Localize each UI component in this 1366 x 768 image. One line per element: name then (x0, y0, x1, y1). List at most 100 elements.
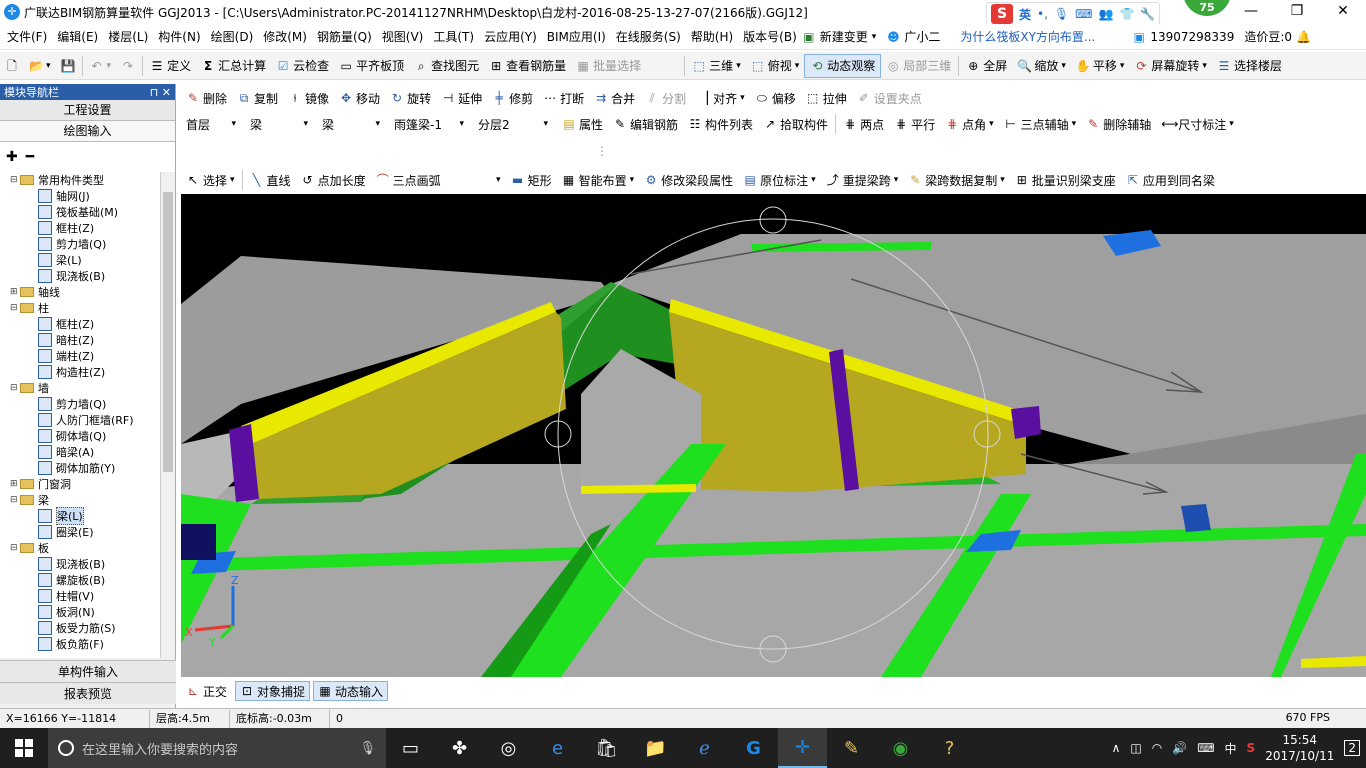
sogou-ime-icon[interactable]: S (991, 4, 1013, 24)
ime-toolbar[interactable]: S 英 •, 🎙 ⌨ 👥 👕 🔧 (986, 2, 1161, 26)
component-list-button[interactable]: ☷ 构件列表 (683, 112, 758, 136)
stretch-button[interactable]: ⬚ 拉伸 (801, 86, 852, 110)
line-button[interactable]: ╲ 直线 (245, 168, 296, 192)
glodon-g-icon[interactable]: G (729, 728, 778, 768)
question-link[interactable]: 为什么筏板XY方向布置... (960, 28, 1110, 45)
tree-item[interactable]: 螺旋板(B) (0, 572, 160, 588)
3d-scene[interactable]: Z X Y (181, 194, 1366, 677)
find-element-button[interactable]: ⌕ 查找图元 (409, 54, 484, 78)
ime-indicator[interactable]: 中 (1225, 740, 1237, 757)
menu-view[interactable]: 视图(V) (375, 28, 427, 45)
toolbar-grip[interactable]: ⋮ (596, 144, 608, 158)
tree-item[interactable]: 框柱(Z) (0, 316, 160, 332)
menu-bim[interactable]: BIM应用(I) (540, 28, 609, 45)
undo-button[interactable]: ↶ ▾ (85, 54, 117, 78)
rotate-button[interactable]: ↻ 旋转 (385, 86, 436, 110)
ggj-app-icon[interactable]: ✛ (778, 728, 827, 768)
smart-layout-button[interactable]: ▦ 智能布置 ▾ (557, 168, 640, 192)
dynamic-input-button[interactable]: ▦ 动态输入 (313, 681, 389, 701)
help-app-icon[interactable]: ? (925, 728, 974, 768)
support-dark-left[interactable] (181, 524, 216, 560)
tree-item[interactable]: 框柱(Z) (0, 220, 160, 236)
tree-item[interactable]: 圈梁(E) (0, 524, 160, 540)
align-slab-top-button[interactable]: ▭ 平齐板顶 (334, 54, 409, 78)
tree-item[interactable]: 砌体墙(Q) (0, 428, 160, 444)
tree-item[interactable]: 梁(L) (0, 507, 160, 525)
column-right[interactable] (1011, 406, 1041, 439)
in-situ-label-button[interactable]: ▤ 原位标注 ▾ (738, 168, 821, 192)
menu-modify[interactable]: 修改(M) (256, 28, 310, 45)
tree-item[interactable]: 暗柱(Z) (0, 332, 160, 348)
point-angle-button[interactable]: ⋕ 点角 ▾ (940, 112, 999, 136)
menu-component[interactable]: 构件(N) (151, 28, 203, 45)
expand-icon[interactable]: ⊞ (10, 479, 20, 489)
3d-viewport[interactable]: Z X Y (181, 194, 1366, 677)
split-button[interactable]: ⫽ 分割 (640, 86, 691, 110)
sogou-tray-icon[interactable]: S (1247, 741, 1256, 755)
ie-icon[interactable]: ℯ (680, 728, 729, 768)
support-far-right[interactable] (1181, 504, 1211, 532)
copy-button[interactable]: ⧉ 复制 (232, 86, 283, 110)
ime-language[interactable]: 英 (1019, 6, 1031, 23)
volume-icon[interactable]: 🔊 (1172, 741, 1187, 755)
save-button[interactable]: 💾 (56, 54, 80, 78)
tab-engineering-settings[interactable]: 工程设置 (0, 100, 175, 121)
tree-folder[interactable]: ⊟ 常用构件类型 (0, 172, 160, 188)
collapse-all-icon[interactable]: ━ (26, 149, 34, 165)
tree-item[interactable]: 剪力墙(Q) (0, 396, 160, 412)
new-change-button[interactable]: ▣ 新建变更 ▾ (802, 28, 876, 45)
dynamic-view-button[interactable]: ⟲ 动态观察 (804, 53, 882, 78)
re-extract-span-button[interactable]: ⤴ 重提梁跨 ▾ (821, 168, 904, 192)
tree-folder[interactable]: ⊟ 梁 (0, 492, 160, 508)
tree-folder[interactable]: ⊟ 板 (0, 540, 160, 556)
file-explorer-icon[interactable]: 📁 (631, 728, 680, 768)
menu-floor[interactable]: 楼层(L) (101, 28, 151, 45)
expand-icon[interactable]: ⊞ (10, 287, 20, 297)
minimize-icon[interactable]: — (1228, 0, 1274, 24)
notification-icon[interactable]: 2 (1344, 740, 1360, 756)
tab-report-preview[interactable]: 报表预览 (0, 682, 176, 704)
batch-select-button[interactable]: ▦ 批量选择 (571, 54, 646, 78)
select-button[interactable]: ↖ 选择 ▾ (181, 168, 240, 192)
new-file-button[interactable]: 🗋 (0, 54, 24, 78)
merge-button[interactable]: ⇉ 合并 (589, 86, 640, 110)
tree-item[interactable]: 板洞(N) (0, 604, 160, 620)
zoom-button[interactable]: 🔍 缩放 ▾ (1012, 54, 1071, 78)
menu-rebar-quantity[interactable]: 钢筋量(Q) (310, 28, 375, 45)
open-file-button[interactable]: 📂 ▾ (24, 54, 56, 78)
tree-item[interactable]: 现浇板(B) (0, 556, 160, 572)
tree-folder[interactable]: ⊟ 柱 (0, 300, 160, 316)
menu-tools[interactable]: 工具(T) (426, 28, 477, 45)
mirror-button[interactable]: ⫮ 镜像 (283, 86, 334, 110)
delete-button[interactable]: ✎ 删除 (181, 86, 232, 110)
menu-draw[interactable]: 绘图(D) (204, 28, 257, 45)
type-select-1[interactable]: 梁 ▾ (245, 114, 313, 134)
object-snap-button[interactable]: ⊡ 对象捕捉 (235, 681, 311, 701)
collapse-icon[interactable]: ⊟ (10, 383, 20, 393)
menu-file[interactable]: 文件(F) (0, 28, 50, 45)
restore-icon[interactable]: ❐ (1274, 0, 1320, 24)
point-length-button[interactable]: ↺ 点加长度 (296, 168, 371, 192)
tree-folder[interactable]: ⊞ 轴线 (0, 284, 160, 300)
orbit-handle-top[interactable] (759, 206, 787, 234)
beans-count[interactable]: 造价豆:0 🔔 (1244, 28, 1311, 45)
rectangle-button[interactable]: ▬ 矩形 (506, 168, 557, 192)
tree-item[interactable]: 人防门框墙(RF) (0, 412, 160, 428)
batch-identify-button[interactable]: ⊞ 批量识别梁支座 (1010, 168, 1121, 192)
skin-icon[interactable]: 👕 (1119, 7, 1134, 21)
tree-item[interactable]: 暗梁(A) (0, 444, 160, 460)
extend-button[interactable]: ⊣ 延伸 (436, 86, 487, 110)
close-icon[interactable]: ✕ (1320, 0, 1366, 24)
set-grip-button[interactable]: ✐ 设置夹点 (852, 86, 927, 110)
cloud-check-button[interactable]: ☑ 云检查 (271, 54, 334, 78)
tree-item[interactable]: 端柱(Z) (0, 348, 160, 364)
three-point-arc-button[interactable]: ⌒ 三点画弧 ▾ (371, 168, 506, 192)
align-button[interactable]: ▕ 对齐 ▾ (691, 86, 750, 110)
two-points-button[interactable]: ⋕ 两点 (838, 112, 889, 136)
tree-folder[interactable]: ⊟ 墙 (0, 380, 160, 396)
bell-icon[interactable]: 🔔 (1296, 30, 1311, 44)
three-point-aux-button[interactable]: ⊢ 三点辅轴 ▾ (999, 112, 1082, 136)
type-select-2[interactable]: 梁 ▾ (317, 114, 385, 134)
user-icon[interactable]: 👥 (1098, 7, 1113, 21)
select-floor-button[interactable]: ☰ 选择楼层 (1212, 54, 1287, 78)
